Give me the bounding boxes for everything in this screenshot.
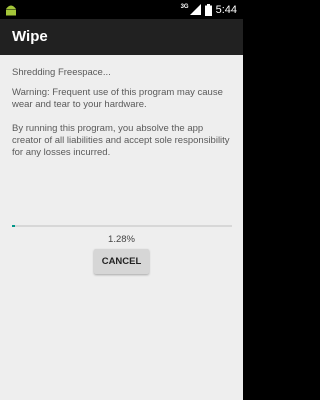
clock: 5:44 — [215, 3, 237, 16]
progress-bar — [12, 225, 232, 227]
shred-status-text: Shredding Freespace... — [12, 67, 111, 78]
cancel-button[interactable]: CANCEL — [94, 249, 149, 274]
status-bar: 3G 5:44 — [0, 0, 243, 19]
android-notification-icon — [6, 5, 16, 16]
network-type-label: 3G — [180, 3, 189, 10]
status-icons: 3G 5:44 — [181, 2, 237, 17]
battery-icon — [204, 3, 212, 16]
progress-fill — [12, 225, 15, 227]
cellular-signal-icon — [189, 4, 201, 15]
main-content: Shredding Freespace... Warning: Frequent… — [0, 55, 243, 400]
warning-text: Warning: Frequent use of this program ma… — [12, 87, 223, 110]
app-bar: Wipe — [0, 19, 243, 55]
liability-text: By running this program, you absolve the… — [12, 123, 230, 158]
progress-percent-label: 1.28% — [108, 234, 135, 245]
app-title: Wipe — [12, 28, 48, 45]
